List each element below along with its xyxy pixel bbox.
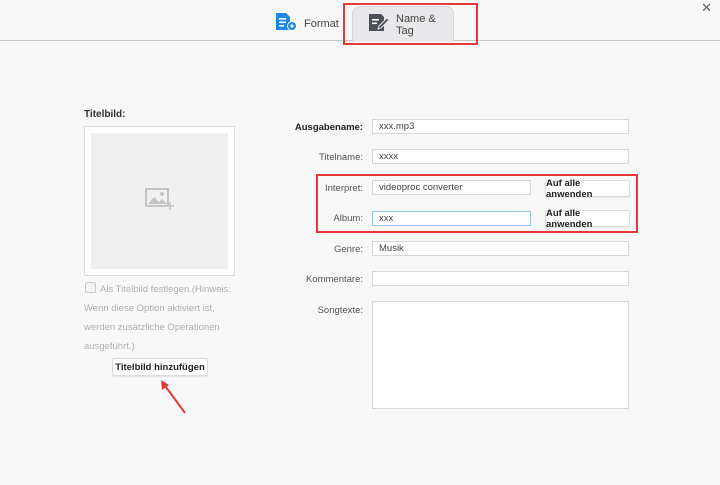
interpret-label: Interpret: [324, 183, 363, 194]
genre-input[interactable]: Musik [372, 241, 629, 256]
album-label: Album: [333, 213, 363, 224]
songtexte-label: Songtexte: [317, 305, 363, 316]
kommentare-input[interactable] [372, 271, 629, 286]
ausgabename-label: Ausgabename: [294, 122, 363, 133]
ausgabename-input[interactable]: xxx.mp3 [372, 119, 629, 134]
album-apply-all-button[interactable]: Auf alle anwenden [545, 208, 630, 230]
add-cover-button[interactable]: Titelbild hinzufügen [112, 358, 208, 376]
format-settings-icon [274, 12, 298, 35]
tab-format[interactable]: Format [274, 6, 339, 41]
cover-image-preview[interactable] [84, 126, 235, 276]
tab-format-label: Format [304, 17, 339, 30]
genre-label: Genre: [333, 244, 363, 255]
titelname-label: Titelname: [319, 152, 363, 163]
songtexte-textarea[interactable] [372, 301, 629, 409]
album-input[interactable]: xxx [372, 211, 531, 226]
interpret-input[interactable]: videoproc converter [372, 180, 531, 195]
cover-title: Titelbild: [84, 109, 126, 120]
set-cover-checkbox-label: Als Titelbild festlegen.(Hinweis: Wenn d… [84, 284, 231, 352]
annotation-arrow [161, 380, 186, 414]
close-icon[interactable]: ✕ [701, 0, 712, 16]
tab-highlight-box [343, 3, 478, 45]
kommentare-label: Kommentare: [305, 274, 363, 285]
titelname-input[interactable]: xxxx [372, 149, 629, 164]
add-image-icon [144, 187, 175, 216]
interpret-apply-all-button[interactable]: Auf alle anwenden [545, 178, 630, 200]
